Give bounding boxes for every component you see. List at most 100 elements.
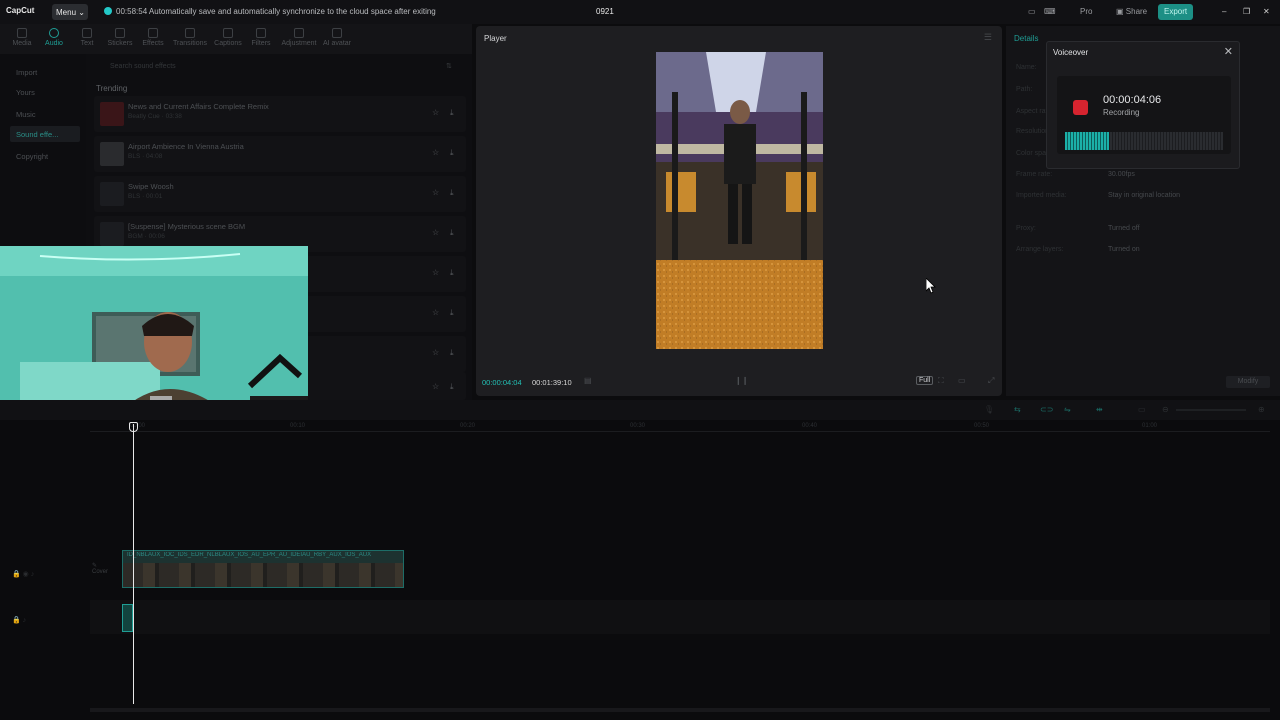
sidebar-item-sound-effects[interactable]: Sound effe... — [10, 126, 80, 142]
tab-effects-label: Effects — [142, 40, 164, 47]
track-name: Airport Ambience In Vienna Austria — [128, 142, 244, 151]
shortcut-icon[interactable]: ⌨ — [1044, 4, 1056, 20]
caption-icon[interactable]: ▭ — [1138, 405, 1146, 414]
download-icon[interactable]: ⤓ — [450, 228, 454, 238]
favorite-icon[interactable]: ☆ — [432, 188, 439, 197]
tab-media[interactable]: Media — [6, 28, 38, 47]
list-item[interactable]: Airport Ambience In Vienna Austria BLS ·… — [94, 136, 466, 172]
audio-level-fill — [1065, 132, 1110, 150]
download-icon[interactable]: ⤓ — [450, 188, 454, 198]
mute-icon[interactable]: ♪ — [23, 617, 27, 624]
track-name: Swipe Woosh — [128, 182, 174, 191]
tab-filters[interactable]: Filters — [245, 28, 277, 47]
lock-icon[interactable]: 🔒 — [12, 617, 21, 624]
tab-audio[interactable]: Audio — [38, 28, 70, 47]
cover-label: Cover — [92, 569, 109, 575]
download-icon[interactable]: ⤓ — [450, 348, 454, 358]
favorite-icon[interactable]: ☆ — [432, 268, 439, 277]
frame-rate-value: 30.00fps — [1108, 171, 1135, 178]
microphone-icon[interactable]: 🎙 — [984, 405, 994, 414]
ratio-button[interactable]: Full — [916, 376, 934, 385]
preview-axis-icon[interactable]: ⇹ — [1096, 405, 1103, 414]
playhead[interactable] — [133, 424, 134, 704]
zoom-slider[interactable] — [1176, 409, 1246, 411]
cover-button[interactable]: ✎ Cover — [92, 562, 108, 575]
clip-label: ID_NBLAUX_IOC_IDS_EDR_NLBLAUX_IOS_AU_EPR… — [127, 552, 372, 558]
ruler-tick-label: 00:40 — [802, 423, 818, 429]
menu-button[interactable]: Menu ⌄ — [52, 4, 88, 20]
timeline-scrollbar[interactable] — [90, 708, 1270, 712]
pro-button[interactable]: Pro — [1080, 4, 1092, 20]
video-clip[interactable]: ID_NBLAUX_IOC_IDS_EDR_NLBLAUX_IOS_AU_EPR… — [122, 550, 404, 588]
mute-icon[interactable]: ♪ — [31, 571, 35, 578]
favorite-icon[interactable]: ☆ — [432, 348, 439, 357]
zoom-out-icon[interactable]: ⊖ — [1162, 405, 1169, 414]
download-icon[interactable]: ⤓ — [450, 268, 454, 278]
timeline-ruler[interactable]: 00:00 00:10 00:20 00:30 00:40 00:50 01:0… — [90, 420, 1270, 432]
video-preview[interactable] — [656, 52, 823, 349]
tab-effects[interactable]: Effects — [137, 28, 169, 47]
filter-icon[interactable]: ⇅ — [446, 62, 452, 70]
pause-icon[interactable]: ❙❙ — [735, 376, 748, 385]
search-input[interactable]: Search sound effects — [96, 60, 456, 74]
stop-record-button[interactable] — [1073, 100, 1088, 115]
favorite-icon[interactable]: ☆ — [432, 382, 439, 391]
magnet-icon[interactable]: ⊂⊃ — [1040, 405, 1053, 414]
proxy-value[interactable]: Turned off — [1108, 225, 1140, 232]
menu-icon[interactable]: ☰ — [984, 32, 992, 43]
clip-thumbnails — [123, 563, 403, 587]
voiceover-clip[interactable] — [122, 604, 133, 632]
tab-adjustment[interactable]: Adjustment — [280, 28, 318, 47]
minimize-icon[interactable]: – — [1222, 4, 1226, 20]
share-button[interactable]: ▣ Share — [1116, 4, 1147, 20]
modify-button[interactable]: Modify — [1226, 376, 1270, 388]
tab-captions[interactable]: Captions — [212, 28, 244, 47]
favorite-icon[interactable]: ☆ — [432, 228, 439, 237]
playhead-handle[interactable] — [129, 422, 138, 432]
sidebar-item-music[interactable]: Music — [10, 106, 80, 122]
download-icon[interactable]: ⤓ — [450, 308, 454, 318]
zoom-in-icon[interactable]: ⊕ — [1258, 405, 1265, 414]
voiceover-dialog: Voiceover ✕ 00:00:04:06 Recording — [1046, 41, 1240, 169]
favorite-icon[interactable]: ☆ — [432, 108, 439, 117]
captions-icon — [223, 28, 233, 38]
eye-icon[interactable]: ◉ — [23, 571, 29, 578]
adjustment-icon — [294, 28, 304, 38]
player-title: Player — [484, 34, 507, 43]
arrange-layers-value[interactable]: Turned on — [1108, 246, 1140, 253]
audio-track[interactable] — [90, 600, 1270, 634]
timeline-grid-icon[interactable]: ▤ — [584, 376, 592, 385]
download-icon[interactable]: ⤓ — [450, 382, 454, 392]
chevron-down-icon: ⌄ — [78, 8, 85, 17]
autosave-text: 00:58:54 Automatically save and automati… — [116, 7, 436, 16]
recording-status: Recording — [1103, 108, 1140, 117]
tab-stickers[interactable]: Stickers — [104, 28, 136, 47]
close-icon[interactable]: ✕ — [1263, 4, 1270, 20]
sidebar-item-copyright[interactable]: Copyright — [10, 148, 80, 164]
list-item[interactable]: Swipe Woosh BLS · 00:01 ☆ ⤓ — [94, 176, 466, 212]
download-icon[interactable]: ⤓ — [450, 108, 454, 118]
ratio-icon[interactable]: ▭ — [958, 376, 966, 385]
tab-ai-avatar[interactable]: AI avatar — [320, 28, 354, 47]
list-item[interactable]: News and Current Affairs Complete Remix … — [94, 96, 466, 132]
link-icon[interactable]: ⇆ — [1014, 405, 1021, 414]
tab-details[interactable]: Details — [1014, 34, 1038, 43]
tab-text[interactable]: Text — [71, 28, 103, 47]
layout-icon[interactable]: ▭ — [1028, 4, 1036, 20]
restore-icon[interactable]: ❐ — [1243, 4, 1250, 20]
tab-captions-label: Captions — [214, 40, 242, 47]
favorite-icon[interactable]: ☆ — [432, 308, 439, 317]
fullscreen-icon[interactable]: ⤢ — [988, 376, 994, 386]
favorite-icon[interactable]: ☆ — [432, 148, 439, 157]
snap-icon[interactable]: ⇋ — [1064, 405, 1071, 414]
effects-icon — [148, 28, 158, 38]
ruler-tick-label: 00:20 — [460, 423, 476, 429]
sidebar-item-yours[interactable]: Yours — [10, 84, 80, 100]
export-button[interactable]: Export — [1158, 4, 1194, 20]
tab-transitions[interactable]: Transitions — [172, 28, 208, 47]
sidebar-item-import[interactable]: Import — [10, 64, 80, 80]
close-icon[interactable]: ✕ — [1224, 45, 1233, 58]
download-icon[interactable]: ⤓ — [450, 148, 454, 158]
crop-icon[interactable]: ⛶ — [938, 376, 944, 386]
lock-icon[interactable]: 🔒 — [12, 571, 21, 578]
